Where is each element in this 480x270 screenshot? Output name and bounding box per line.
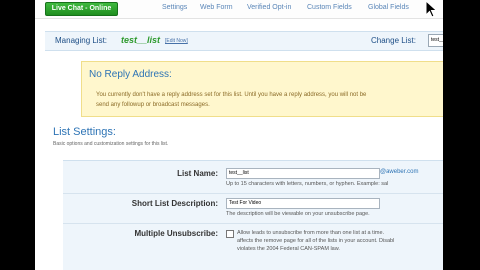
managing-list-bar: Managing List: test__list [Edit Now] Cha…	[45, 31, 443, 51]
short-description-help: The description will be viewable on your…	[226, 211, 370, 217]
settings-title: List Settings:	[53, 126, 116, 138]
list-name-input[interactable]: test__list	[226, 168, 380, 179]
notice-line-2: send any followup or broadcast messages.	[96, 102, 210, 108]
notice-line-1: You currently don't have a reply address…	[96, 92, 367, 98]
multiple-unsubscribe-text-2: affects the remove page for all of the l…	[237, 238, 395, 244]
nav-custom-fields-link[interactable]: Custom Fields	[307, 4, 352, 11]
edit-list-link[interactable]: [Edit Now]	[165, 38, 188, 44]
short-description-input[interactable]: Test For Video	[226, 198, 380, 209]
multiple-unsubscribe-label: Multiple Unsubscribe:	[134, 229, 218, 238]
notice-title: No Reply Address:	[89, 69, 172, 80]
change-list-label: Change List:	[371, 36, 416, 45]
row-divider	[63, 223, 443, 224]
multiple-unsubscribe-checkbox[interactable]	[226, 230, 234, 238]
notice-text: You currently don't have a reply address…	[96, 90, 443, 110]
settings-subtitle: Basic options and customization settings…	[53, 141, 169, 147]
nav-global-fields-link[interactable]: Global Fields	[368, 4, 409, 11]
nav-settings-link[interactable]: Settings	[162, 4, 187, 11]
no-reply-notice: No Reply Address: You currently don't ha…	[81, 61, 443, 117]
nav-verified-optin-link[interactable]: Verified Opt-in	[247, 4, 291, 11]
mouse-pointer-icon	[425, 0, 438, 18]
multiple-unsubscribe-text-1: Allow leads to unsubscribe from more tha…	[237, 230, 385, 236]
live-chat-button[interactable]: Live Chat - Online	[45, 2, 118, 16]
multiple-unsubscribe-text-3: violates the 2004 Federal CAN-SPAM law.	[237, 246, 340, 252]
short-description-row: Short List Description: Test For Video T…	[63, 197, 443, 225]
top-nav-bar: Live Chat - Online Settings Web Form Ver…	[35, 0, 443, 19]
aweber-page: Live Chat - Online Settings Web Form Ver…	[35, 0, 443, 270]
change-list-select[interactable]: test__lis	[428, 34, 443, 47]
short-description-label: Short List Description:	[131, 199, 218, 208]
managing-list-label: Managing List:	[55, 36, 108, 45]
nav-web-form-link[interactable]: Web Form	[200, 4, 233, 11]
row-divider	[63, 193, 443, 194]
settings-table: List Name: test__list @aweber.com Up to …	[63, 160, 443, 270]
managing-list-name: test__list	[121, 35, 161, 45]
multiple-unsubscribe-row: Multiple Unsubscribe: Allow leads to uns…	[63, 227, 443, 270]
list-name-row: List Name: test__list @aweber.com Up to …	[63, 167, 443, 195]
list-name-label: List Name:	[177, 169, 218, 178]
list-name-domain-suffix: @aweber.com	[380, 169, 419, 175]
list-name-help: Up to 15 characters with letters, number…	[226, 181, 389, 187]
